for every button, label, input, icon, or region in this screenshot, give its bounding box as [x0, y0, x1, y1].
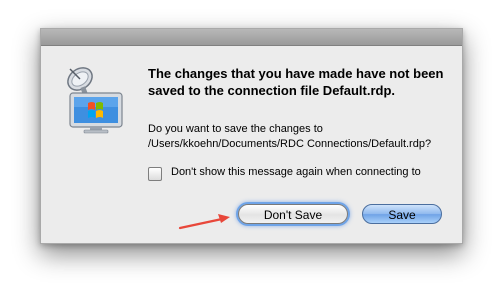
dont-show-again-option[interactable]: Don't show this message again when conne…	[148, 165, 448, 195]
save-button[interactable]: Save	[362, 204, 442, 224]
remote-desktop-connection-icon	[60, 63, 132, 135]
screenshot-canvas: The changes that you have made have not …	[0, 0, 500, 298]
dont-show-again-label[interactable]: Don't show this message again when conne…	[171, 165, 441, 179]
dont-show-again-checkbox[interactable]	[148, 167, 162, 181]
satellite-dish-icon	[67, 67, 93, 98]
dont-save-button[interactable]: Don't Save	[238, 204, 348, 224]
red-arrow-icon	[178, 214, 230, 230]
unsaved-changes-dialog: The changes that you have made have not …	[40, 28, 463, 244]
dialog-title-bar	[41, 29, 462, 46]
dialog-message: Do you want to save the changes to /User…	[148, 123, 432, 150]
dialog-headline: The changes that you have made have not …	[148, 66, 444, 98]
